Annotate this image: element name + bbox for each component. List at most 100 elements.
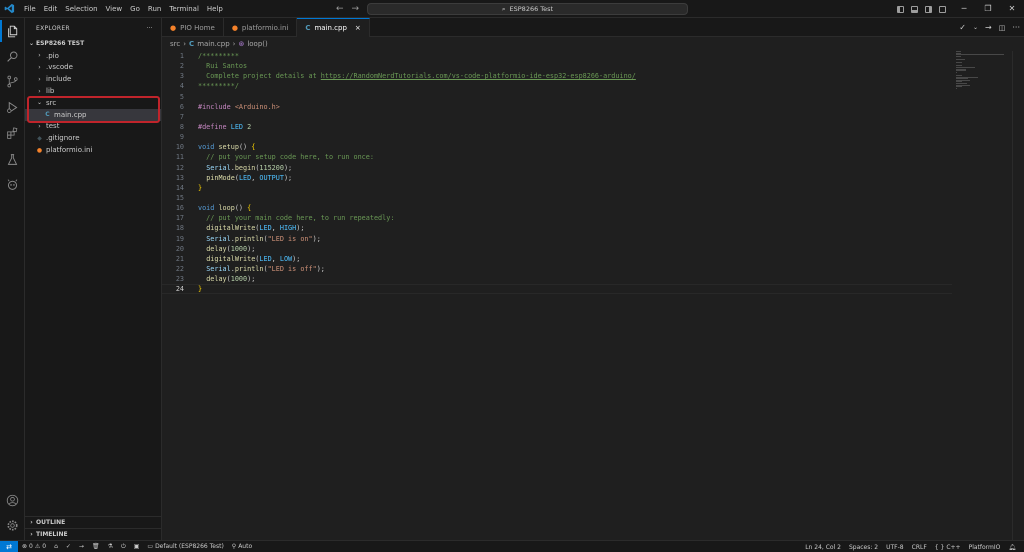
pio-test-icon[interactable]: ⚗ [104, 543, 117, 550]
code-line[interactable]: 17 // put your main code here, to run re… [162, 213, 952, 223]
code-line[interactable]: 23 delay(1000); [162, 274, 952, 284]
timeline-section[interactable]: › TIMELINE [25, 528, 162, 540]
tab-pio-home[interactable]: ● PIO Home [162, 18, 224, 37]
code-text: void setup() { [184, 143, 255, 151]
code-line[interactable]: 4 *********/ [162, 81, 952, 91]
code-line[interactable]: 3 Complete project details at https://Ra… [162, 71, 952, 81]
code-line[interactable]: 2 Rui Santos [162, 61, 952, 71]
toggle-panel-icon[interactable] [911, 5, 918, 13]
tab-main-cpp[interactable]: Cmain.cpp × [297, 18, 370, 37]
testing-flask-icon[interactable] [0, 148, 25, 170]
upload-port[interactable]: ⚲ Auto [228, 543, 256, 550]
menu-edit[interactable]: Edit [40, 0, 62, 18]
breadcrumb-separator-icon: › [232, 40, 236, 48]
tree-folder[interactable]: › include [25, 73, 161, 85]
search-activity-icon[interactable] [0, 45, 25, 67]
tab-platformio-ini[interactable]: ● platformio.ini [224, 18, 298, 37]
cursor-position[interactable]: Ln 24, Col 2 [801, 544, 845, 551]
run-and-debug-icon[interactable] [0, 96, 25, 118]
extensions-icon[interactable] [0, 122, 25, 144]
split-editor-icon[interactable]: ◫ [999, 24, 1006, 32]
code-line[interactable]: 12 Serial.begin(115200); [162, 163, 952, 173]
back-arrow-icon[interactable]: ← [336, 4, 344, 14]
code-line[interactable]: 7 [162, 112, 952, 122]
remote-indicator-icon[interactable]: ⇄ [0, 540, 18, 552]
tree-folder[interactable]: › .pio [25, 50, 161, 62]
line-number: 1 [179, 52, 184, 61]
menu-go[interactable]: Go [126, 0, 144, 18]
code-line[interactable]: 21 digitalWrite(LED, LOW); [162, 254, 952, 264]
menu-file[interactable]: File [20, 0, 40, 18]
code-line[interactable]: 9 [162, 132, 952, 142]
minimap[interactable] [952, 51, 1012, 91]
upload-arrow-icon[interactable]: → [985, 23, 992, 32]
minimize-button[interactable]: ─ [952, 0, 976, 18]
menu-selection[interactable]: Selection [61, 0, 101, 18]
code-line[interactable]: 24} [162, 284, 952, 295]
tree-file[interactable]: ◆ .gitignore [25, 132, 161, 144]
pio-clean-icon[interactable]: 🗑 [88, 543, 104, 550]
close-window-button[interactable]: ✕ [1000, 0, 1024, 18]
menu-terminal[interactable]: Terminal [165, 0, 203, 18]
platformio-icon[interactable] [0, 173, 25, 195]
tree-file[interactable]: ● platformio.ini [25, 144, 161, 156]
pio-build-icon[interactable]: ✓ [62, 543, 75, 550]
code-line[interactable]: 15 [162, 193, 952, 203]
code-line[interactable]: 10 void setup() { [162, 142, 952, 152]
notifications-bell-icon[interactable]: 🔔︎ [1004, 544, 1020, 551]
menu-view[interactable]: View [102, 0, 127, 18]
more-editor-actions-icon[interactable]: ··· [1012, 23, 1020, 32]
breadcrumb-folder[interactable]: src [170, 40, 180, 48]
code-text: #include <Arduino.h> [184, 103, 280, 111]
menu-run[interactable]: Run [144, 0, 165, 18]
toggle-secondary-sidebar-icon[interactable] [925, 5, 932, 13]
code-line[interactable]: 20 delay(1000); [162, 244, 952, 254]
dropdown-chevron-icon[interactable]: ⌄ [973, 24, 978, 31]
serial-monitor-icon[interactable]: ⏻ [117, 543, 130, 551]
pio-terminal-icon[interactable]: ▣ [130, 543, 144, 550]
close-tab-icon[interactable]: × [355, 24, 361, 32]
code-text: delay(1000); [184, 275, 255, 283]
tree-folder[interactable]: › .vscode [25, 62, 161, 74]
command-center-search[interactable]: ⌕ ESP8266 Test [367, 3, 688, 15]
pio-home-icon[interactable]: ⌂ [50, 543, 62, 550]
accounts-icon[interactable] [0, 489, 25, 511]
code-line[interactable]: 11 // put your setup code here, to run o… [162, 152, 952, 162]
code-editor[interactable]: 1/********* 2 Rui Santos 3 Complete projec… [162, 51, 952, 295]
breadcrumb-file[interactable]: main.cpp [197, 40, 229, 48]
more-actions-icon[interactable]: ··· [146, 25, 153, 32]
customize-layout-icon[interactable] [939, 5, 946, 13]
code-line[interactable]: 14} [162, 183, 952, 193]
code-line[interactable]: 16 void loop() { [162, 203, 952, 213]
outline-section[interactable]: › OUTLINE [25, 516, 162, 528]
pio-upload-icon[interactable]: → [75, 543, 88, 550]
menu-help[interactable]: Help [203, 0, 227, 18]
overview-ruler[interactable] [1012, 51, 1024, 540]
restore-button[interactable]: ❐ [976, 0, 1000, 18]
code-line[interactable]: 22 Serial.println("LED is off"); [162, 264, 952, 274]
forward-arrow-icon[interactable]: → [352, 4, 360, 14]
source-control-icon[interactable] [0, 70, 25, 92]
line-number: 13 [175, 173, 184, 182]
indentation[interactable]: Spaces: 2 [845, 544, 882, 551]
code-line[interactable]: 13 pinMode(LED, OUTPUT); [162, 173, 952, 183]
minimap-line [956, 59, 965, 60]
end-of-line[interactable]: CRLF [908, 544, 931, 551]
code-line[interactable]: 19 Serial.println("LED is on"); [162, 234, 952, 244]
explorer-icon[interactable] [0, 20, 25, 42]
code-line[interactable]: 6 #include <Arduino.h> [162, 102, 952, 112]
code-line[interactable]: 8 #define LED 2 [162, 122, 952, 132]
build-check-icon[interactable]: ✓ [959, 23, 966, 32]
problems-indicator[interactable]: ⊗ 0 ⚠ 0 [18, 543, 50, 550]
project-environment[interactable]: ▭ Default (ESP8266 Test) [143, 543, 227, 550]
code-line[interactable]: 1 /********* [162, 51, 952, 61]
language-mode[interactable]: { } C++ [931, 544, 965, 551]
platformio-status[interactable]: PlatformIO [965, 544, 1005, 551]
breadcrumb-symbol[interactable]: loop() [247, 40, 267, 48]
code-line[interactable]: 18 digitalWrite(LED, HIGH); [162, 223, 952, 233]
workspace-root[interactable]: ⌄ ESP8266 TEST [25, 38, 161, 50]
toggle-primary-sidebar-icon[interactable] [897, 5, 904, 13]
code-line[interactable]: 5 [162, 92, 952, 102]
encoding[interactable]: UTF-8 [882, 544, 908, 551]
settings-gear-icon[interactable] [0, 514, 25, 536]
